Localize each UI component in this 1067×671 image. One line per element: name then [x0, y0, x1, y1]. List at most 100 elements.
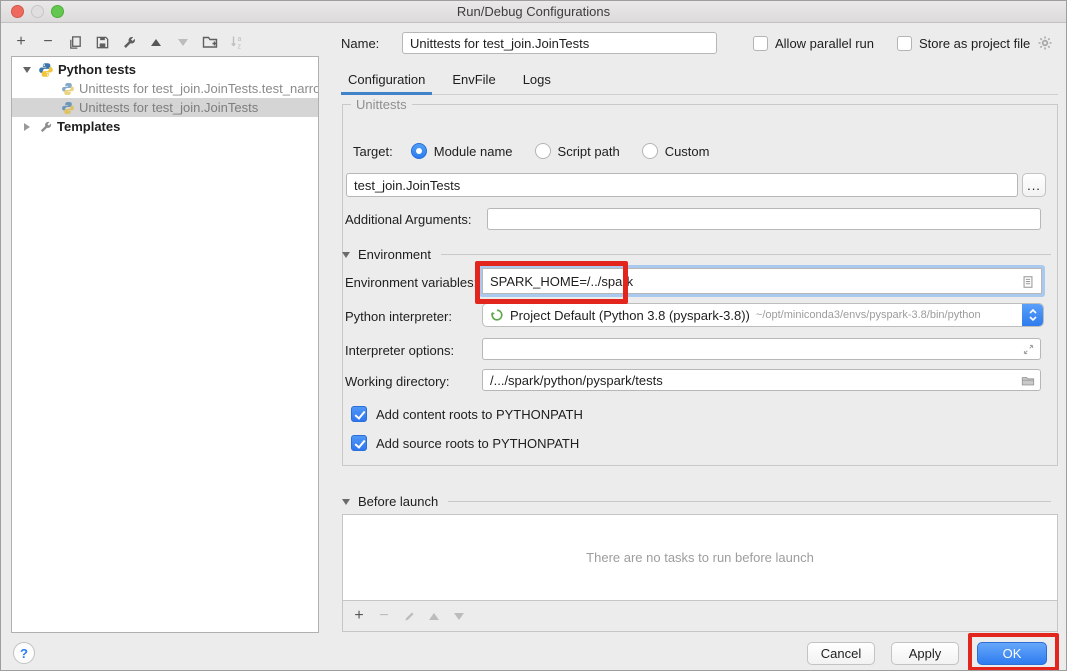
move-task-down-button[interactable] [448, 606, 470, 626]
section-divider [448, 501, 1051, 502]
environment-variables-label: Environment variables: [345, 275, 477, 290]
interpreter-options-field[interactable] [482, 338, 1041, 360]
python-icon [38, 62, 54, 78]
radio-label: Module name [434, 144, 513, 159]
browse-target-button[interactable]: ... [1022, 173, 1046, 197]
add-source-roots-row[interactable]: Add source roots to PYTHONPATH [351, 434, 579, 452]
python-interpreter-combo[interactable]: Project Default (Python 3.8 (pyspark-3.8… [482, 303, 1044, 327]
minimize-button[interactable] [31, 5, 44, 18]
tree-group-templates[interactable]: Templates [12, 117, 318, 136]
cancel-label: Cancel [821, 646, 861, 661]
tree-item-test-narrow[interactable]: Unittests for test_join.JoinTests.test_n… [12, 79, 318, 98]
ellipsis-icon: ... [1027, 178, 1041, 193]
store-as-project-file-label: Store as project file [919, 36, 1030, 51]
sort-configurations-button[interactable]: a z [225, 32, 249, 52]
down-triangle-icon [178, 39, 188, 46]
apply-button[interactable]: Apply [891, 642, 959, 665]
help-button[interactable]: ? [13, 642, 35, 664]
target-label: Target: [353, 144, 393, 159]
environment-section-label: Environment [358, 247, 431, 262]
pencil-icon [403, 610, 416, 623]
radio-label: Custom [665, 144, 710, 159]
python-test-icon [61, 101, 75, 115]
copy-icon [68, 35, 83, 50]
add-content-roots-row[interactable]: Add content roots to PYTHONPATH [351, 405, 583, 423]
copy-configuration-button[interactable] [63, 32, 87, 52]
radio-button-selected[interactable] [411, 143, 427, 159]
store-as-project-file-checkbox[interactable] [897, 36, 912, 51]
tab-label: Configuration [348, 72, 425, 87]
help-question-icon: ? [20, 646, 28, 661]
ok-button[interactable]: OK [977, 642, 1047, 665]
move-task-up-button[interactable] [423, 606, 445, 626]
section-caret-icon[interactable] [342, 499, 350, 505]
cancel-button[interactable]: Cancel [807, 642, 875, 665]
close-button[interactable] [11, 5, 24, 18]
target-value-field[interactable]: test_join.JoinTests [346, 173, 1018, 197]
collapsed-caret-icon[interactable] [24, 123, 30, 131]
save-icon [95, 35, 110, 50]
tree-item-label: Unittests for test_join.JoinTests.test_n… [79, 81, 318, 96]
tree-group-python-tests[interactable]: Python tests [12, 60, 318, 79]
tab-envfile[interactable]: EnvFile [445, 67, 502, 95]
working-directory-value: /.../spark/python/pyspark/tests [490, 373, 663, 388]
gear-icon[interactable] [1037, 35, 1053, 51]
down-triangle-icon [454, 613, 464, 620]
environment-variables-value: SPARK_HOME=/../spark [490, 274, 633, 289]
svg-text:z: z [238, 44, 242, 51]
create-folder-button[interactable] [198, 32, 222, 52]
environment-variables-field[interactable]: SPARK_HOME=/../spark [482, 268, 1042, 294]
edit-task-button[interactable] [398, 606, 420, 626]
section-caret-icon[interactable] [342, 252, 350, 258]
working-directory-field[interactable]: /.../spark/python/pyspark/tests [482, 369, 1041, 391]
move-up-button[interactable] [144, 32, 168, 52]
configurations-toolbar: + − [9, 32, 249, 52]
tab-label: Logs [523, 72, 551, 87]
radio-custom[interactable]: Custom [642, 143, 710, 159]
add-content-roots-checkbox[interactable] [351, 406, 367, 422]
window-title: Run/Debug Configurations [1, 1, 1066, 22]
add-configuration-button[interactable]: + [9, 32, 33, 52]
folder-icon[interactable] [1021, 374, 1035, 388]
before-launch-empty-message: There are no tasks to run before launch [343, 515, 1057, 601]
tab-logs[interactable]: Logs [516, 67, 558, 95]
settings-tabs: Configuration EnvFile Logs [341, 67, 1058, 95]
edit-templates-button[interactable] [117, 32, 141, 52]
unittests-group-title: Unittests [351, 97, 412, 112]
browse-variables-icon[interactable] [1021, 275, 1035, 289]
before-launch-section-header[interactable]: Before launch [342, 494, 1051, 509]
combo-stepper[interactable] [1022, 304, 1043, 326]
tree-item-jointests-selected[interactable]: Unittests for test_join.JoinTests [12, 98, 318, 117]
radio-button[interactable] [642, 143, 658, 159]
add-task-button[interactable]: + [348, 606, 370, 626]
target-value: test_join.JoinTests [354, 178, 460, 193]
save-configuration-button[interactable] [90, 32, 114, 52]
radio-module-name[interactable]: Module name [411, 143, 513, 159]
interpreter-path: ~/opt/miniconda3/envs/pyspark-3.8/bin/py… [756, 309, 981, 321]
additional-arguments-field[interactable] [487, 208, 1041, 230]
expand-caret-icon[interactable] [23, 67, 31, 73]
allow-parallel-run-checkbox[interactable] [753, 36, 768, 51]
new-folder-icon [202, 34, 218, 50]
move-down-button[interactable] [171, 32, 195, 52]
environment-section-header[interactable]: Environment [342, 247, 1051, 262]
section-divider [441, 254, 1051, 255]
expand-field-icon[interactable] [1022, 343, 1035, 356]
remove-configuration-button[interactable]: − [36, 32, 60, 52]
sort-az-icon: a z [229, 34, 245, 50]
radio-button[interactable] [535, 143, 551, 159]
tab-configuration[interactable]: Configuration [341, 67, 432, 95]
radio-script-path[interactable]: Script path [535, 143, 620, 159]
svg-text:a: a [238, 36, 242, 43]
tree-item-label: Unittests for test_join.JoinTests [79, 100, 258, 115]
up-down-chevrons-icon [1028, 307, 1038, 323]
run-debug-configurations-dialog: Run/Debug Configurations + − [0, 0, 1067, 671]
name-input[interactable] [402, 32, 717, 54]
store-as-project-file-checkbox-row[interactable]: Store as project file [897, 32, 1053, 54]
interpreter-name: Project Default (Python 3.8 (pyspark-3.8… [510, 308, 750, 323]
tree-group-label: Python tests [58, 62, 136, 77]
remove-task-button[interactable]: − [373, 606, 395, 626]
add-source-roots-checkbox[interactable] [351, 435, 367, 451]
allow-parallel-run-checkbox-row[interactable]: Allow parallel run [753, 32, 874, 54]
zoom-button[interactable] [51, 5, 64, 18]
